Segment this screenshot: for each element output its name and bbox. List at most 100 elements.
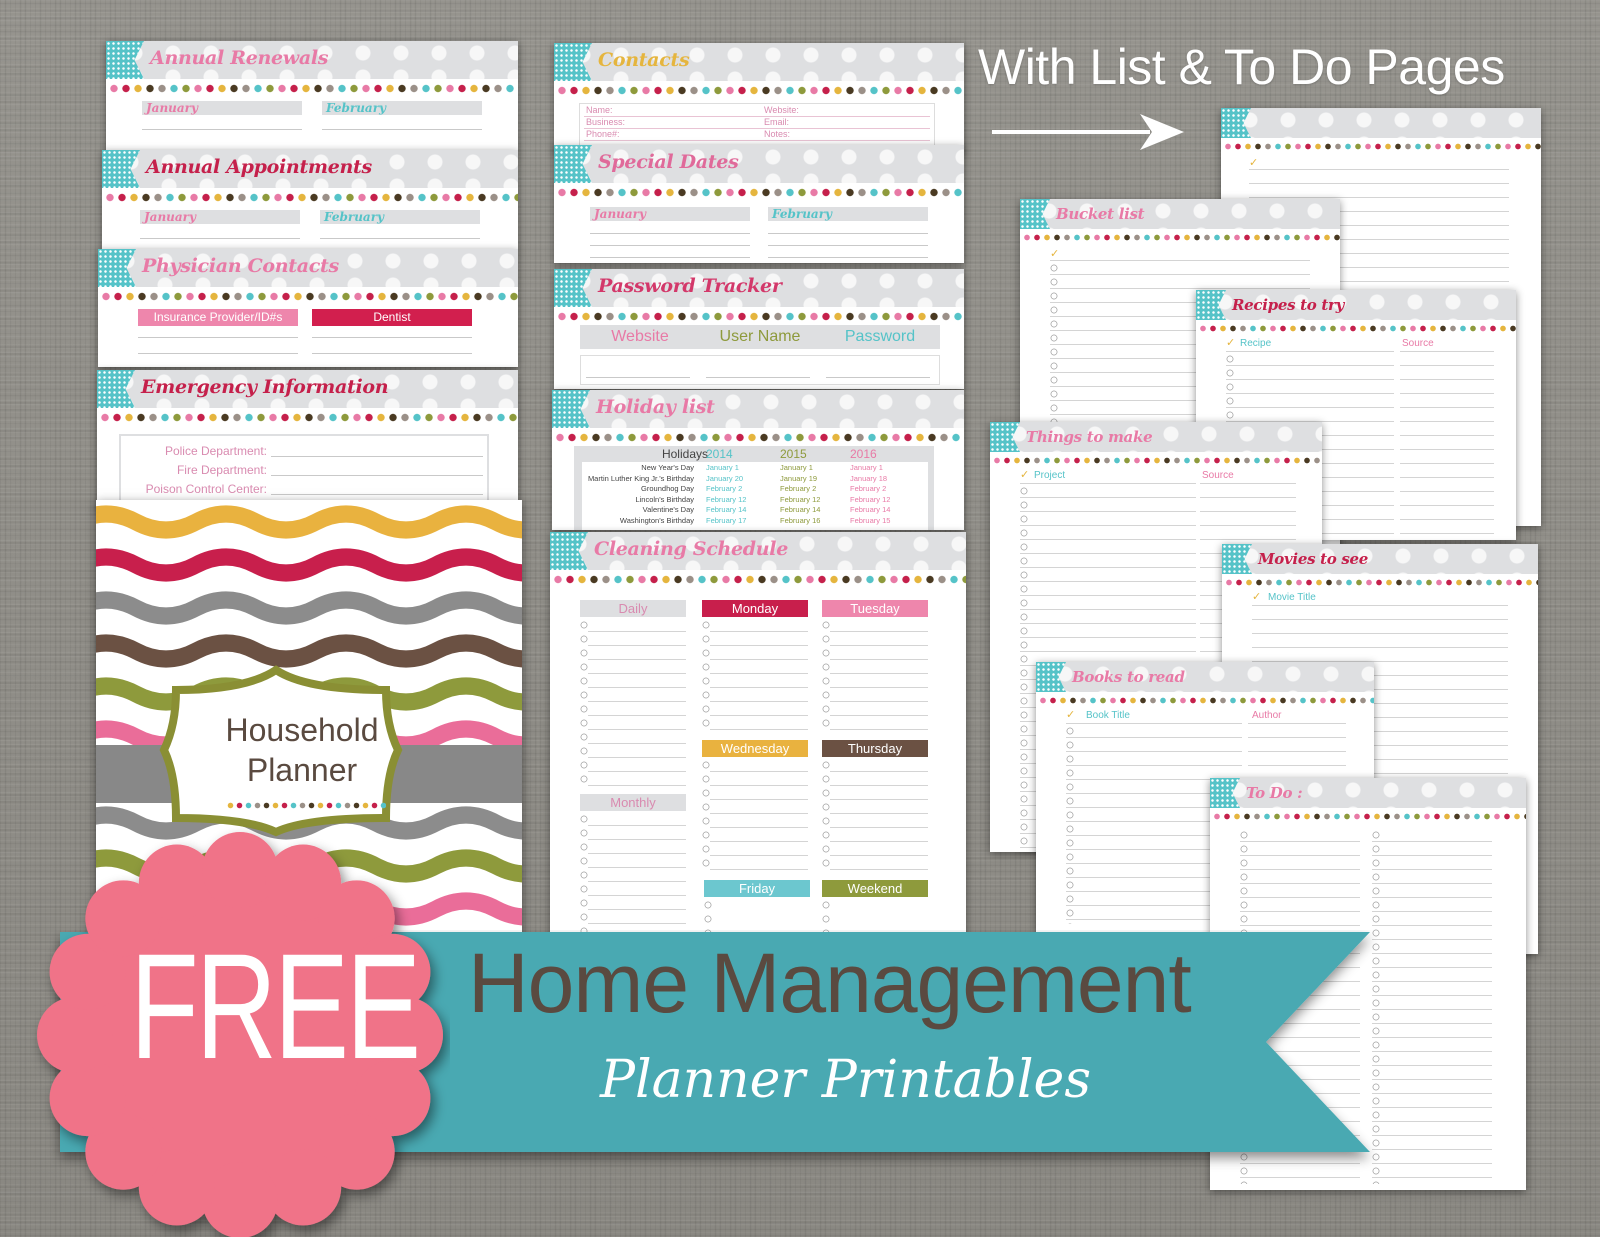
dot-divider — [552, 575, 966, 584]
holiday-date: February 14 — [780, 505, 821, 514]
section-tuesday: Tuesday — [822, 600, 928, 617]
dot-divider — [556, 86, 964, 95]
page-annual-appointments: Annual Appointments January February — [102, 150, 518, 250]
field-label: Police Department: — [164, 444, 267, 458]
page-contacts: Contacts Name: Business: Phone#: Website… — [554, 43, 964, 153]
free-badge-text: FREE — [130, 922, 421, 1090]
field-label: Email: — [764, 117, 790, 127]
holiday-name: Lincoln's Birthday — [635, 494, 694, 504]
page-physician-contacts: Physician Contacts Insurance Provider/ID… — [98, 249, 518, 367]
top-caption: With List & To Do Pages — [978, 39, 1505, 95]
page-title: Movies to see — [1258, 550, 1369, 568]
section-monday: Monday — [702, 600, 808, 617]
page-title: Holiday list — [596, 396, 715, 418]
page-header — [1221, 108, 1541, 138]
field-label: Phone#: — [586, 129, 620, 139]
page-title: Things to make — [1026, 428, 1153, 446]
holiday-row: Valentine's Day February 14 February 14 Feb… — [552, 505, 964, 515]
field-label: Business: — [586, 117, 626, 127]
holiday-date: January 18 — [850, 473, 888, 483]
holiday-date: February 14 — [706, 505, 747, 514]
year-header: 2015 — [780, 447, 807, 461]
holiday-date: February 2 — [706, 484, 743, 493]
page-title: Annual Renewals — [150, 47, 329, 69]
page-special-dates: Special Dates January February — [554, 145, 964, 263]
holiday-date: January 1 — [850, 463, 883, 472]
year-header: 2016 — [850, 447, 877, 461]
page-title: Annual Appointments — [146, 156, 372, 178]
dot-divider — [556, 188, 964, 197]
month-label: February — [768, 207, 928, 221]
field-label: Website: — [764, 105, 799, 115]
badge-scallop — [265, 1149, 342, 1226]
holidays-header: Holidays — [661, 447, 708, 461]
holiday-row: Washington's Birthday February 17 February… — [552, 516, 964, 526]
holiday-date: February 14 — [850, 505, 891, 514]
badge-scallop — [202, 1162, 278, 1237]
field-label: Fire Department: — [176, 463, 267, 477]
holiday-date: February 12 — [850, 494, 891, 504]
page-emergency-information: Emergency Information Police Department:… — [97, 370, 518, 510]
page-annual-renewals: Annual Renewals January February — [106, 41, 518, 153]
holiday-row: Lincoln's Birthday February 12 February 12… — [552, 495, 964, 505]
dot-divider — [99, 413, 518, 422]
dot-divider — [1198, 325, 1516, 332]
field-label: Name: — [586, 105, 613, 115]
dot-divider — [1022, 234, 1340, 241]
section-monthly: Monthly — [580, 794, 686, 811]
cover-title-line: Household — [225, 712, 379, 748]
holiday-date: February 2 — [850, 484, 887, 493]
holiday-name: Washington's Birthday — [619, 515, 694, 525]
holiday-name: Valentine's Day — [642, 505, 694, 514]
dot-divider — [1038, 697, 1374, 704]
field-label: Notes: — [764, 129, 791, 139]
section-wednesday: Wednesday — [702, 740, 808, 757]
column-header: Website — [611, 328, 669, 345]
column-header: User Name — [719, 328, 801, 345]
badge-scallop — [138, 844, 215, 921]
month-label: January — [140, 210, 300, 224]
holiday-date: February 17 — [706, 515, 747, 525]
column-header: Password — [844, 328, 916, 345]
month-label: January — [590, 207, 750, 221]
holiday-name: Groundhog Day — [641, 484, 694, 493]
dot-divider — [556, 312, 964, 321]
holiday-date: January 19 — [780, 473, 818, 483]
year-header: 2014 — [706, 447, 733, 461]
dot-divider — [1223, 143, 1541, 150]
dot-divider — [1224, 579, 1538, 586]
section-friday: Friday — [704, 880, 810, 897]
month-label: February — [322, 101, 482, 115]
cover-title-line: Planner — [246, 752, 358, 788]
dot-divider — [554, 433, 964, 442]
section-daily: Daily — [580, 600, 686, 617]
page-title: Special Dates — [598, 151, 739, 173]
badge-scallop — [49, 1060, 126, 1137]
column-header: Insurance Provider/ID#s — [138, 309, 298, 326]
holiday-row: New Year's Day January 1 January 1 January … — [552, 463, 964, 473]
page-title: Physician Contacts — [142, 255, 339, 277]
banner-title: Home Management — [468, 936, 1192, 1030]
page-holiday-list: Holiday list Holidays 2014 2015 2016 New… — [552, 390, 964, 530]
holiday-row: Martin Luther King Jr.'s Birthday January… — [552, 474, 964, 484]
holiday-date: February 15 — [850, 515, 891, 525]
emergency-box: Police Department: Fire Department: Pois… — [119, 434, 489, 504]
holiday-date: January 20 — [706, 473, 744, 483]
page-title: Recipes to try — [1232, 296, 1345, 314]
holiday-row: Groundhog Day February 2 February 2 Februar… — [552, 484, 964, 494]
section-thursday: Thursday — [822, 740, 928, 757]
holiday-name: New Year's Day — [641, 463, 694, 472]
holiday-date: January 1 — [706, 463, 739, 472]
dot-divider — [108, 84, 518, 93]
dot-divider — [1212, 813, 1526, 820]
badge-scallop — [202, 832, 278, 908]
month-label: January — [142, 101, 302, 115]
holiday-date: January 1 — [780, 463, 813, 472]
page-title: Password Tracker — [598, 275, 782, 297]
dot-divider — [104, 193, 518, 202]
page-title: Books to read — [1072, 668, 1185, 686]
dot-divider — [226, 802, 386, 809]
section-weekend: Weekend — [822, 880, 928, 897]
page-title: To Do : — [1246, 784, 1303, 802]
dot-divider — [100, 292, 518, 301]
